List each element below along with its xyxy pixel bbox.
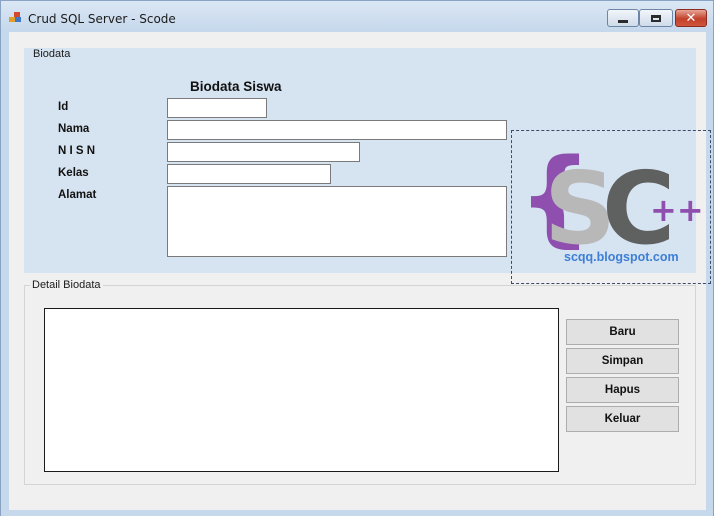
id-label: Id — [58, 101, 69, 113]
minimize-button[interactable] — [607, 9, 639, 27]
alamat-textarea[interactable] — [167, 186, 507, 257]
biodata-group-legend: Biodata — [33, 48, 71, 60]
keluar-button[interactable]: Keluar — [566, 406, 679, 432]
nisn-input[interactable] — [167, 142, 360, 162]
app-window: Crud SQL Server - Scode ✕ Biodata Biodat… — [0, 0, 714, 516]
app-icon — [9, 12, 21, 23]
detail-biodata-group: Detail Biodata Baru Simpan Hapus Keluar — [24, 279, 696, 485]
simpan-button[interactable]: Simpan — [566, 348, 679, 374]
nama-label: Nama — [58, 123, 90, 135]
hapus-button[interactable]: Hapus — [566, 377, 679, 403]
logo-url-text: scqq.blogspot.com — [564, 250, 679, 264]
close-icon: ✕ — [685, 10, 697, 26]
alamat-label: Alamat — [58, 189, 97, 201]
logo-picture-box: { SC ++ scqq.blogspot.com — [511, 130, 711, 284]
kelas-label: Kelas — [58, 167, 89, 179]
maximize-button[interactable] — [639, 9, 673, 27]
minimize-icon — [618, 19, 628, 23]
nama-input[interactable] — [167, 120, 507, 140]
baru-button[interactable]: Baru — [566, 319, 679, 345]
biodata-group: Biodata Biodata Siswa Id Nama N I S N Ke… — [24, 48, 711, 284]
window-bottom-border — [1, 510, 713, 516]
id-input[interactable] — [167, 98, 267, 118]
close-button[interactable]: ✕ — [675, 9, 707, 27]
detail-group-legend: Detail Biodata — [30, 279, 103, 291]
maximize-icon — [651, 14, 661, 22]
nisn-label: N I S N — [58, 145, 96, 157]
logo-plus: ++ — [650, 191, 704, 229]
detail-data-grid[interactable] — [44, 308, 559, 472]
title-bar[interactable]: Crud SQL Server - Scode ✕ — [1, 1, 713, 33]
form-title: Biodata Siswa — [190, 79, 282, 94]
form-client-area: Biodata Biodata Siswa Id Nama N I S N Ke… — [9, 32, 711, 510]
window-title: Crud SQL Server - Scode — [28, 12, 176, 26]
kelas-input[interactable] — [167, 164, 331, 184]
